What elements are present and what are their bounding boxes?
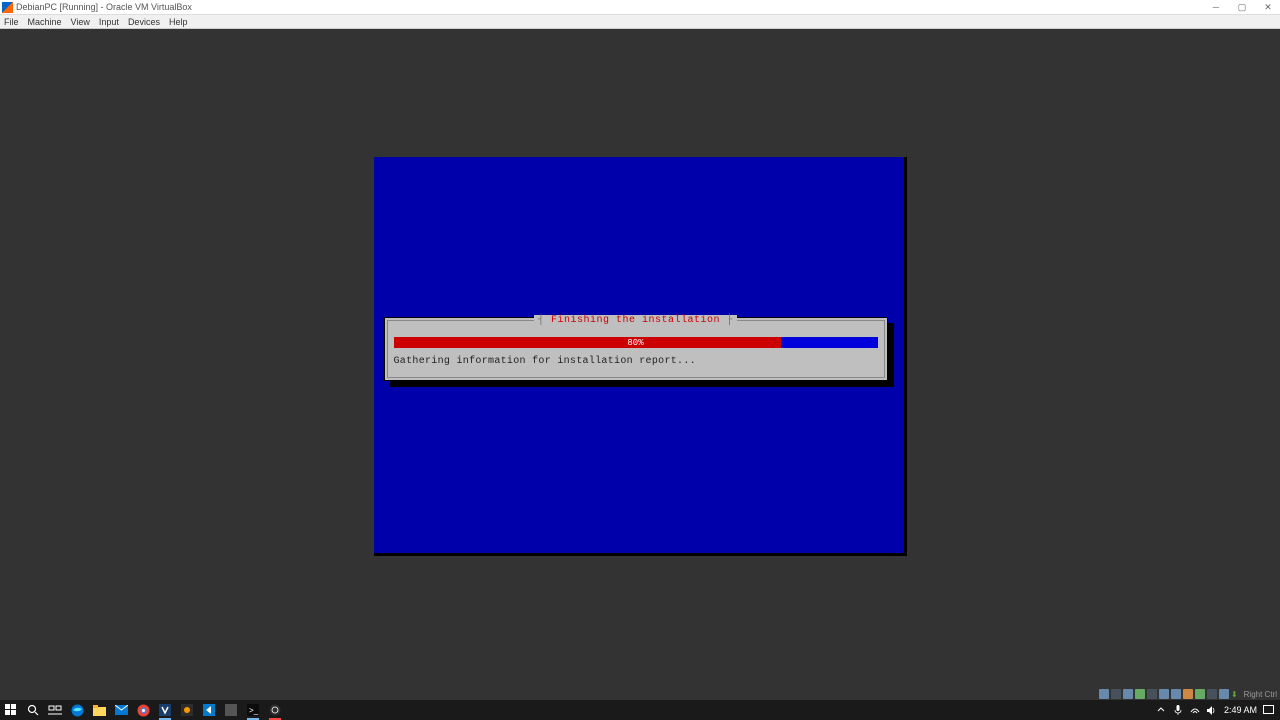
progress-percent: 80% (627, 338, 643, 348)
menu-devices[interactable]: Devices (128, 17, 160, 27)
virtualbox-icon (2, 2, 13, 13)
dialog-title: Finishing the installation (534, 315, 737, 326)
menu-input[interactable]: Input (99, 17, 119, 27)
menu-machine[interactable]: Machine (28, 17, 62, 27)
chrome-icon[interactable] (135, 702, 151, 718)
window-title: DebianPC [Running] - Oracle VM VirtualBo… (16, 2, 1210, 12)
windows-taskbar: >_ 2:49 AM (0, 700, 1280, 720)
usb-icon[interactable] (1147, 689, 1157, 699)
network-icon[interactable] (1135, 689, 1145, 699)
menu-help[interactable]: Help (169, 17, 188, 27)
virtualbox-task-icon[interactable] (157, 702, 173, 718)
optical-icon[interactable] (1111, 689, 1121, 699)
app-icon-2[interactable] (223, 702, 239, 718)
host-key-label: Right Ctrl (1244, 690, 1277, 699)
search-icon[interactable] (25, 702, 41, 718)
close-button[interactable]: ✕ (1262, 1, 1274, 13)
host-arrow-icon: ⬇ (1231, 690, 1238, 699)
window-titlebar: DebianPC [Running] - Oracle VM VirtualBo… (0, 0, 1280, 15)
hdd-icon[interactable] (1099, 689, 1109, 699)
display-icon[interactable] (1171, 689, 1181, 699)
notifications-icon[interactable] (1263, 705, 1274, 716)
status-text: Gathering information for installation r… (394, 356, 878, 367)
cpu-icon[interactable] (1195, 689, 1205, 699)
mail-icon[interactable] (113, 702, 129, 718)
mouse-icon[interactable] (1207, 689, 1217, 699)
tray-volume-icon[interactable] (1207, 705, 1218, 716)
progress-fill (394, 337, 781, 348)
svg-text:>_: >_ (249, 706, 259, 715)
tray-mic-icon[interactable] (1173, 705, 1184, 716)
vm-viewport: Finishing the installation 80% Gathering… (0, 29, 1280, 700)
task-view-icon[interactable] (47, 702, 63, 718)
menu-view[interactable]: View (71, 17, 90, 27)
recording-icon[interactable] (1183, 689, 1193, 699)
menu-file[interactable]: File (4, 17, 19, 27)
file-explorer-icon[interactable] (91, 702, 107, 718)
terminal-icon[interactable]: >_ (245, 702, 261, 718)
menu-bar: File Machine View Input Devices Help (0, 15, 1280, 29)
vscode-icon[interactable] (201, 702, 217, 718)
shared-folders-icon[interactable] (1159, 689, 1169, 699)
progress-bar: 80% (394, 337, 878, 348)
audio-icon[interactable] (1123, 689, 1133, 699)
edge-icon[interactable] (69, 702, 85, 718)
tray-network-icon[interactable] (1190, 705, 1201, 716)
obs-icon[interactable] (267, 702, 283, 718)
minimize-button[interactable]: ─ (1210, 1, 1222, 13)
keyboard-icon[interactable] (1219, 689, 1229, 699)
guest-console[interactable]: Finishing the installation 80% Gathering… (374, 157, 907, 556)
start-button[interactable] (3, 702, 19, 718)
taskbar-clock[interactable]: 2:49 AM (1224, 706, 1257, 715)
vbox-status-bar: ⬇ Right Ctrl (1099, 688, 1277, 700)
maximize-button[interactable]: ▢ (1236, 1, 1248, 13)
installer-dialog: Finishing the installation 80% Gathering… (384, 317, 888, 381)
tray-chevron-icon[interactable] (1156, 705, 1167, 716)
app-icon-1[interactable] (179, 702, 195, 718)
